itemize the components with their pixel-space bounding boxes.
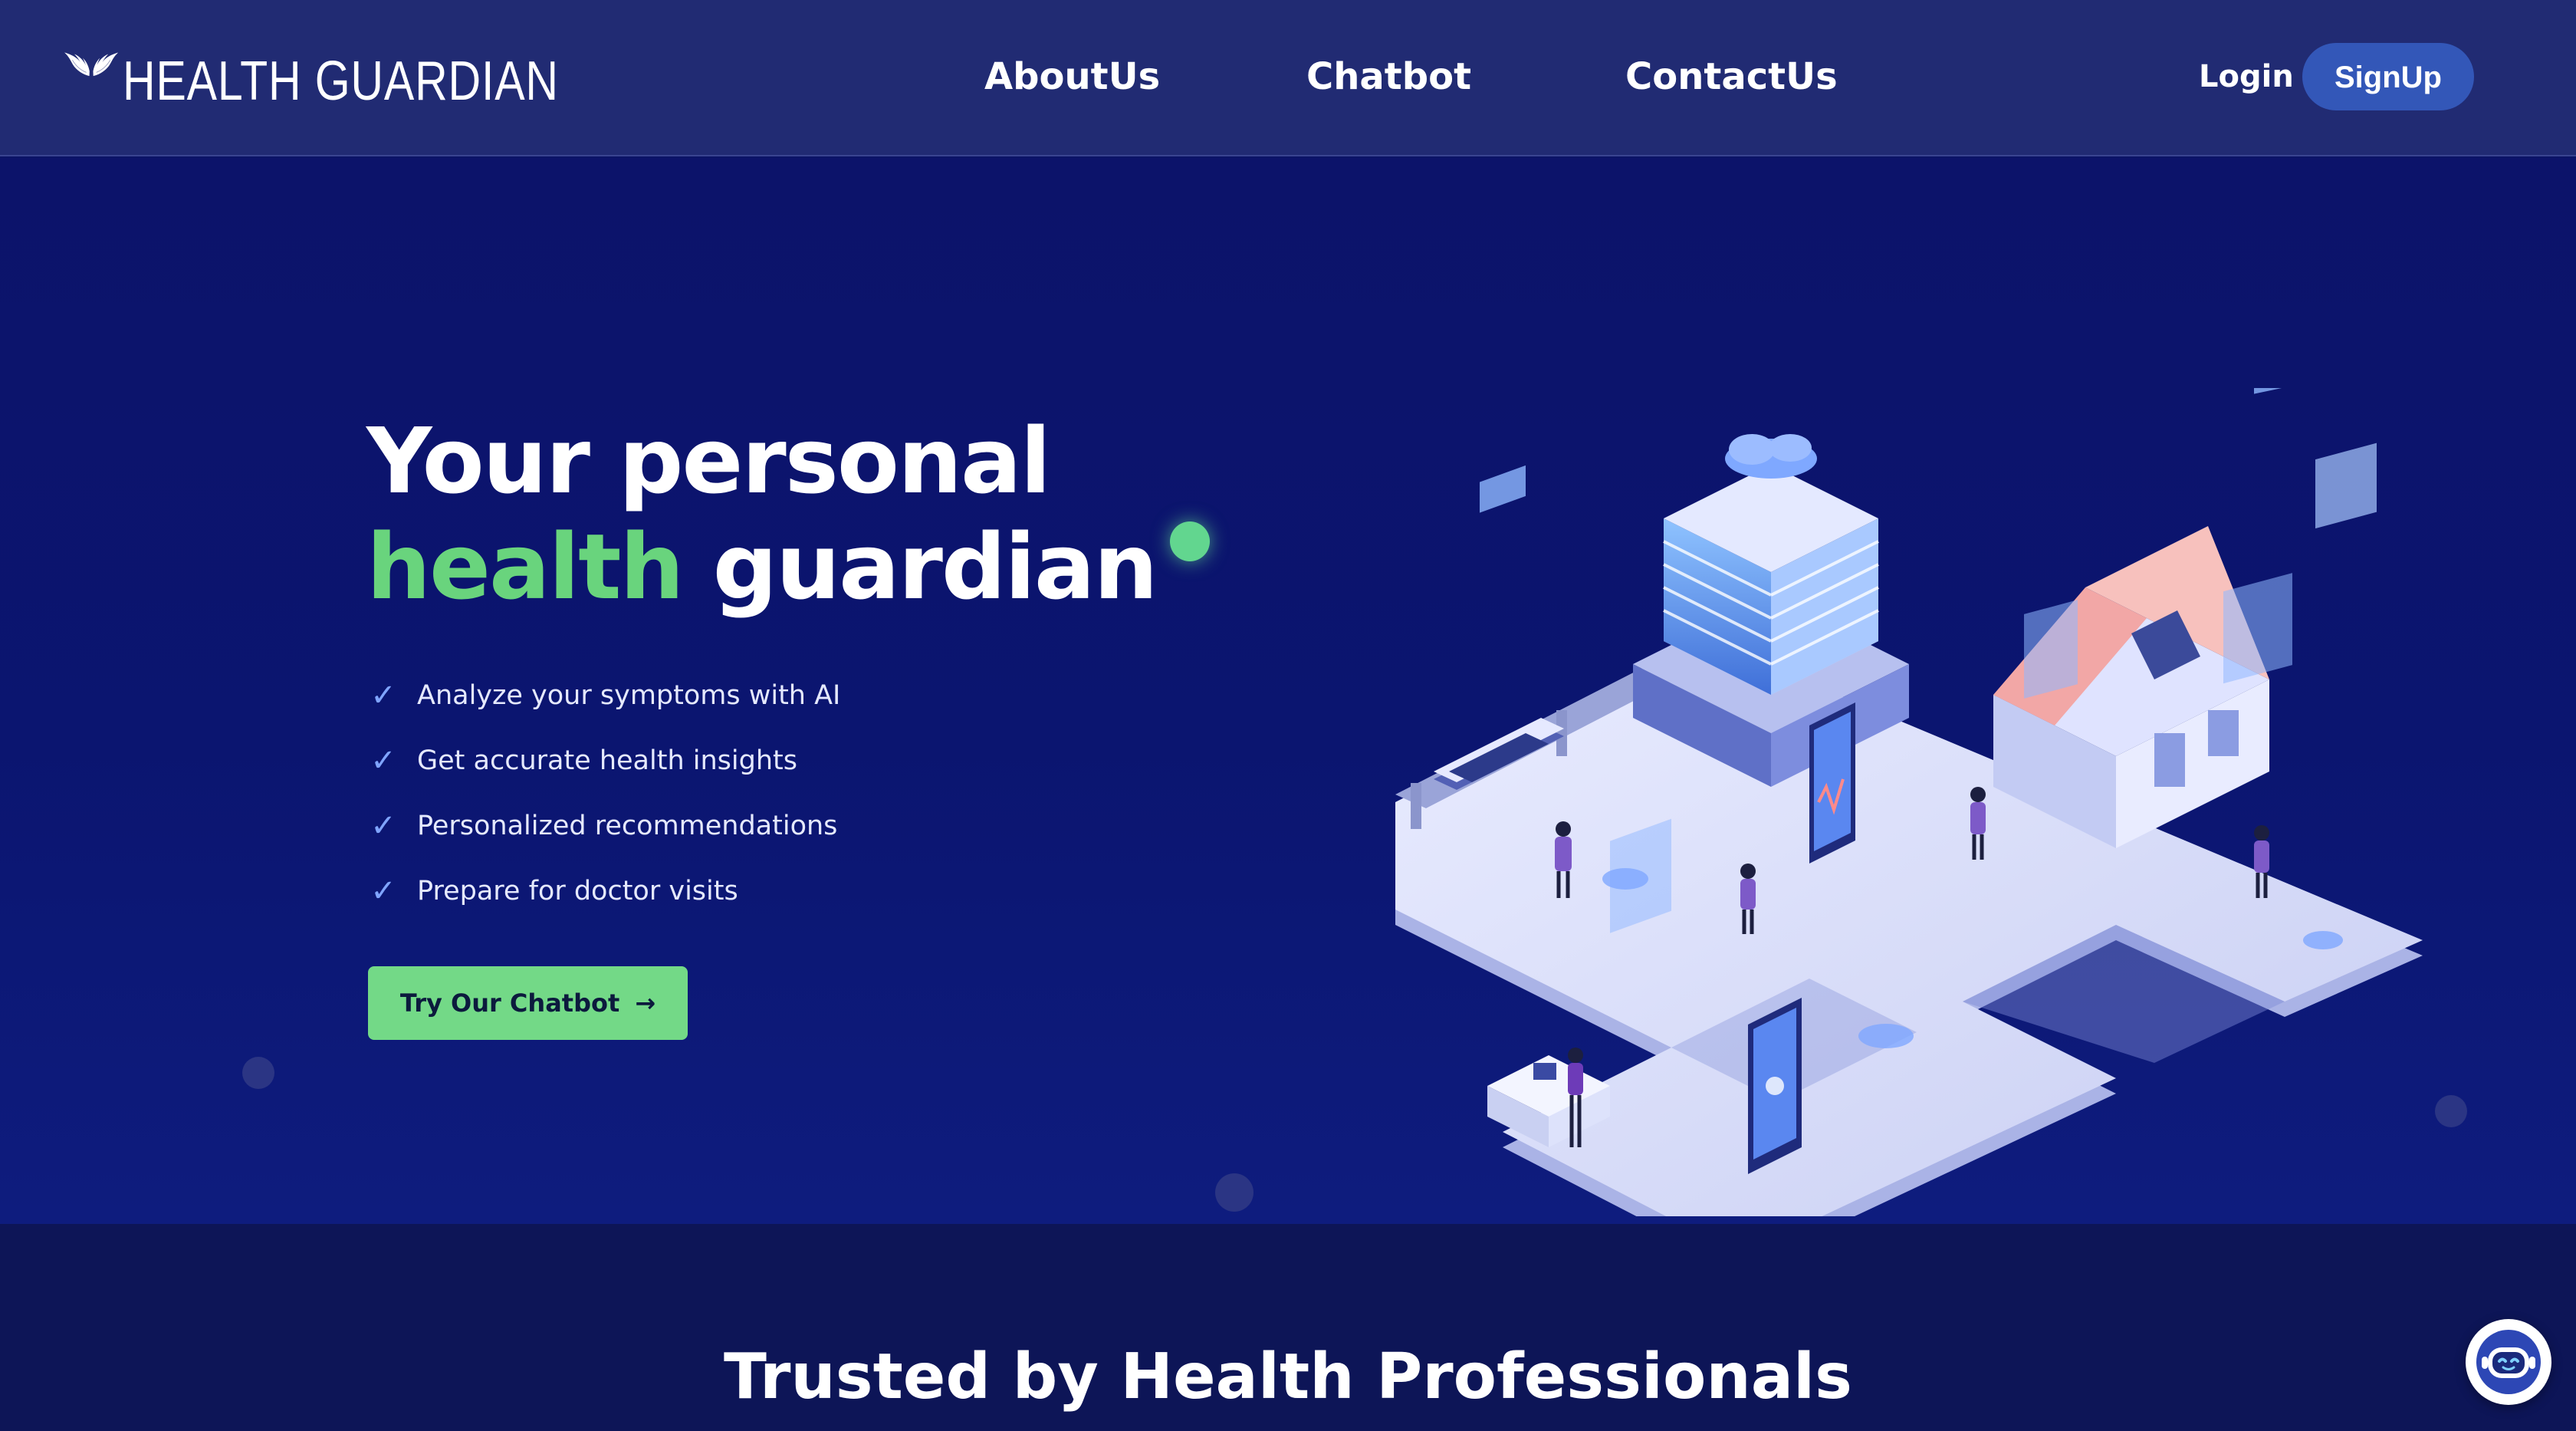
try-chatbot-button[interactable]: Try Our Chatbot → [368,966,688,1040]
hero-title-line2: health guardian [366,514,1158,620]
feature-text: Analyze your symptoms with AI [417,679,841,711]
check-icon: ✓ [370,873,396,909]
trusted-title: Trusted by Health Professionals [724,1341,1852,1413]
check-icon: ✓ [370,742,396,778]
check-icon: ✓ [370,808,396,844]
login-link[interactable]: Login [2199,46,2294,107]
arrow-right-icon: → [635,989,656,1018]
feature-text: Prepare for doctor visits [417,875,738,906]
cta-label: Try Our Chatbot [399,989,620,1018]
navbar: HEALTH GUARDIAN AboutUs Chatbot ContactU… [0,0,2576,156]
hero-title-highlight: health [366,514,685,620]
signup-button[interactable]: SignUp [2302,43,2474,110]
check-icon: ✓ [370,677,396,713]
nav-link-about-us[interactable]: AboutUs [984,46,1160,107]
main-nav: AboutUs Chatbot ContactUs [0,46,2576,107]
chat-widget-button[interactable] [2466,1319,2551,1405]
decorative-dot [1215,1173,1254,1212]
robot-chat-icon [2476,1330,2541,1394]
feature-item: ✓ Personalized recommendations [366,793,840,858]
feature-item: ✓ Prepare for doctor visits [366,858,840,923]
feature-text: Get accurate health insights [417,745,797,776]
feature-list: ✓ Analyze your symptoms with AI ✓ Get ac… [366,663,840,923]
feature-item: ✓ Get accurate health insights [366,728,840,793]
decorative-dot [242,1057,274,1089]
hero-section: Your personal health guardian ✓ Analyze … [0,158,2576,1224]
nav-link-chatbot[interactable]: Chatbot [1306,46,1471,107]
nav-link-contact-us[interactable]: ContactUs [1625,46,1838,107]
feature-text: Personalized recommendations [417,810,838,841]
decorative-dot-green [1170,521,1210,561]
hero-title-line1: Your personal [366,408,1051,514]
feature-item: ✓ Analyze your symptoms with AI [366,663,840,728]
trusted-section: Trusted by Health Professionals [0,1224,2576,1431]
hero-title: Your personal health guardian [366,408,1158,620]
isometric-health-city-illustration [1395,388,2423,1216]
hero-title-rest: guardian [712,514,1158,620]
